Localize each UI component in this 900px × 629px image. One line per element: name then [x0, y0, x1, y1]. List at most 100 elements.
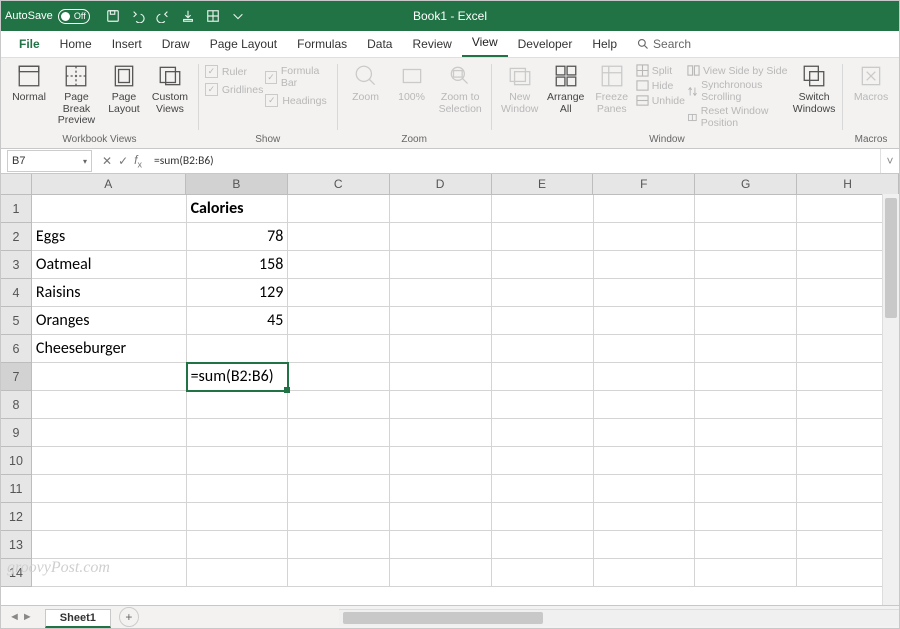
cell-C5[interactable]	[288, 307, 390, 335]
cell-E6[interactable]	[492, 335, 594, 363]
cell-C1[interactable]	[288, 195, 390, 223]
cell-F11[interactable]	[594, 475, 696, 503]
cell-C7[interactable]	[288, 363, 390, 391]
zoom-100-button[interactable]: 100%	[390, 60, 434, 104]
enter-formula-icon[interactable]: ✓	[118, 154, 128, 168]
synchronous-scrolling-button[interactable]: Synchronous Scrolling	[687, 78, 790, 104]
ruler-checkbox[interactable]: ✓Ruler	[205, 65, 263, 78]
sheet-tab-1[interactable]: Sheet1	[45, 609, 111, 628]
cell-D7[interactable]	[390, 363, 492, 391]
formula-bar-checkbox[interactable]: ✓Formula Bar	[265, 65, 330, 89]
name-box-dropdown-icon[interactable]: ▾	[83, 157, 87, 166]
tab-page-layout[interactable]: Page Layout	[200, 33, 287, 57]
cell-E8[interactable]	[492, 391, 594, 419]
custom-views-button[interactable]: Custom Views	[148, 60, 192, 115]
cell-G8[interactable]	[695, 391, 797, 419]
cell-D6[interactable]	[390, 335, 492, 363]
view-side-by-side-button[interactable]: View Side by Side	[687, 63, 790, 78]
cancel-formula-icon[interactable]: ✕	[102, 154, 112, 168]
cell-A7[interactable]	[32, 363, 187, 391]
cell-D9[interactable]	[390, 419, 492, 447]
gridlines-checkbox[interactable]: ✓Gridlines	[205, 83, 263, 96]
qat-customize-icon[interactable]	[231, 9, 245, 23]
cell-D3[interactable]	[390, 251, 492, 279]
row-header-3[interactable]: 3	[1, 251, 32, 279]
cell-F2[interactable]	[594, 223, 696, 251]
tab-data[interactable]: Data	[357, 33, 402, 57]
touch-mode-icon[interactable]	[181, 9, 195, 23]
tell-me-search[interactable]: Search	[627, 33, 701, 57]
cell-G13[interactable]	[695, 531, 797, 559]
row-header-7[interactable]: 7	[1, 363, 32, 391]
cell-E9[interactable]	[492, 419, 594, 447]
cell-B11[interactable]	[187, 475, 289, 503]
cell-D14[interactable]	[390, 559, 492, 587]
cell-E3[interactable]	[492, 251, 594, 279]
switch-windows-button[interactable]: Switch Windows	[792, 60, 836, 115]
unhide-button[interactable]: Unhide	[636, 93, 685, 108]
cell-E7[interactable]	[492, 363, 594, 391]
cell-A1[interactable]	[32, 195, 187, 223]
cell-B2[interactable]: 78	[187, 223, 289, 251]
row-header-14[interactable]: 14	[1, 559, 32, 587]
page-break-preview-button[interactable]: Page Break Preview	[53, 60, 100, 127]
cell-A3[interactable]: Oatmeal	[32, 251, 187, 279]
col-header-F[interactable]: F	[593, 174, 695, 194]
headings-checkbox[interactable]: ✓Headings	[265, 94, 330, 107]
tab-draw[interactable]: Draw	[152, 33, 200, 57]
cell-A10[interactable]	[32, 447, 187, 475]
scrollbar-thumb-h[interactable]	[343, 612, 543, 624]
new-window-button[interactable]: New Window	[498, 60, 542, 115]
save-icon[interactable]	[106, 9, 120, 23]
insert-function-icon[interactable]: fx	[134, 153, 142, 169]
grid-body[interactable]: 1Calories2Eggs783Oatmeal1584Raisins1295O…	[1, 195, 899, 605]
cell-G9[interactable]	[695, 419, 797, 447]
cell-F13[interactable]	[594, 531, 696, 559]
row-header-6[interactable]: 6	[1, 335, 32, 363]
row-header-13[interactable]: 13	[1, 531, 32, 559]
cell-A9[interactable]	[32, 419, 187, 447]
cell-B1[interactable]: Calories	[187, 195, 289, 223]
cell-A11[interactable]	[32, 475, 187, 503]
col-header-G[interactable]: G	[695, 174, 797, 194]
tab-view[interactable]: View	[462, 31, 508, 57]
page-layout-button[interactable]: Page Layout	[102, 60, 146, 115]
freeze-panes-button[interactable]: Freeze Panes	[590, 60, 634, 115]
tab-formulas[interactable]: Formulas	[287, 33, 357, 57]
formula-bar-input[interactable]: =sum(B2:B6)	[148, 154, 880, 168]
cell-F12[interactable]	[594, 503, 696, 531]
reset-window-position-button[interactable]: Reset Window Position	[687, 104, 790, 130]
cell-C14[interactable]	[288, 559, 390, 587]
autosave-toggle[interactable]: Off	[58, 9, 90, 24]
tab-developer[interactable]: Developer	[508, 33, 583, 57]
cell-F10[interactable]	[594, 447, 696, 475]
expand-formula-bar-icon[interactable]: ˅	[880, 149, 899, 173]
split-button[interactable]: Split	[636, 63, 685, 78]
cell-D2[interactable]	[390, 223, 492, 251]
fill-handle[interactable]	[284, 387, 290, 393]
cell-B14[interactable]	[187, 559, 289, 587]
cell-G11[interactable]	[695, 475, 797, 503]
cell-B13[interactable]	[187, 531, 289, 559]
zoom-to-selection-button[interactable]: Zoom to Selection	[436, 60, 485, 115]
cell-A6[interactable]: Cheeseburger	[32, 335, 187, 363]
cell-C8[interactable]	[288, 391, 390, 419]
vertical-scrollbar[interactable]	[882, 194, 899, 605]
cell-E1[interactable]	[492, 195, 594, 223]
row-header-11[interactable]: 11	[1, 475, 32, 503]
cell-F1[interactable]	[594, 195, 696, 223]
cell-E13[interactable]	[492, 531, 594, 559]
col-header-H[interactable]: H	[797, 174, 899, 194]
hide-button[interactable]: Hide	[636, 78, 685, 93]
cell-G10[interactable]	[695, 447, 797, 475]
cell-F4[interactable]	[594, 279, 696, 307]
cell-F9[interactable]	[594, 419, 696, 447]
cell-G1[interactable]	[695, 195, 797, 223]
cell-E11[interactable]	[492, 475, 594, 503]
cell-B6[interactable]	[187, 335, 289, 363]
undo-icon[interactable]	[131, 9, 145, 23]
cell-G12[interactable]	[695, 503, 797, 531]
cell-C4[interactable]	[288, 279, 390, 307]
cell-G2[interactable]	[695, 223, 797, 251]
arrange-all-button[interactable]: Arrange All	[544, 60, 588, 115]
